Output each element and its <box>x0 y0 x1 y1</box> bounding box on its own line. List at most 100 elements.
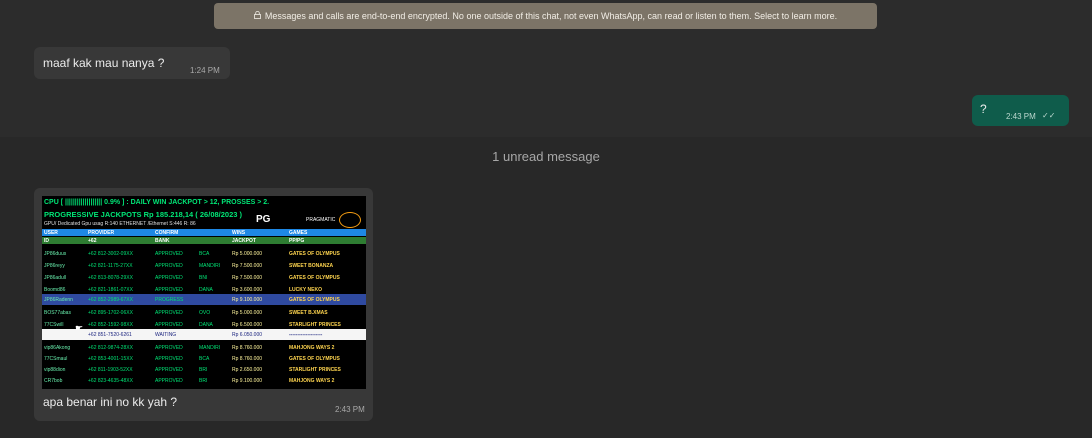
row-bank: BRI <box>199 367 208 373</box>
row-status: PROGRESS <box>155 297 184 303</box>
row-phone: +62 851-7520-6261 <box>88 332 132 338</box>
column-header: PP/PG <box>289 238 305 244</box>
row-jackpot: Rp 5.000.000 <box>232 251 263 257</box>
row-user: JP86adull <box>44 275 66 281</box>
row-status: APPROVED <box>155 251 183 257</box>
incoming-message-bubble[interactable]: maaf kak mau nanya ? 1:24 PM <box>34 47 230 79</box>
message-time: 2:43 PM <box>335 405 365 414</box>
encryption-notice[interactable]: Messages and calls are end-to-end encryp… <box>214 3 877 29</box>
column-header: USER <box>44 230 58 236</box>
row-game: GATES OF OLYMPUS <box>289 297 340 303</box>
row-bank: MANDIRI <box>199 345 221 351</box>
row-jackpot: Rp 6.050.000 <box>232 332 263 338</box>
row-bank: BCA <box>199 356 210 362</box>
row-jackpot: Rp 3.600.000 <box>232 287 263 293</box>
column-header: JACKPOT <box>232 238 256 244</box>
shared-image[interactable]: CPU [ ||||||||||||||||||| 0.9% ] : DAILY… <box>42 196 366 389</box>
table-row-highlighted: JP86Radenn +62 852-2989-67XX PROGRESS Rp… <box>42 294 366 305</box>
row-status: APPROVED <box>155 378 183 384</box>
row-bank: MANDIRI <box>199 263 221 269</box>
row-game: GATES OF OLYMPUS <box>289 356 340 362</box>
row-phone: +62 853-4001-15XX <box>88 356 133 362</box>
column-header: PROVIDER <box>88 230 115 236</box>
row-status: APPROVED <box>155 356 183 362</box>
table-row: BOS77abas +62 895-1702-06XX APPROVED OVO… <box>42 307 366 318</box>
lock-icon <box>253 11 261 21</box>
message-time: 2:43 PM <box>1006 112 1036 121</box>
row-game: LUCKY NEKO <box>289 287 322 293</box>
row-game: SWEET B.XMAS <box>289 310 328 316</box>
table-row: vip88dion +62 811-1903-52XX APPROVED BRI… <box>42 364 366 375</box>
chat-pane: Messages and calls are end-to-end encryp… <box>0 0 1092 438</box>
table-row: JP86duus +62 812-3002-09XX APPROVED BCA … <box>42 248 366 259</box>
pragmatic-logo: PRAGMATIC <box>306 217 336 223</box>
message-text: maaf kak mau nanya ? <box>43 56 165 70</box>
row-jackpot: Rp 8.760.000 <box>232 356 263 362</box>
row-user: 77CSmaul <box>44 356 68 362</box>
row-user: vip86Akong <box>44 345 71 351</box>
row-phone: +62 813-8078-29XX <box>88 275 133 281</box>
row-status: APPROVED <box>155 287 183 293</box>
gpu-line: GPU/ Dedicated Gpu usag R:140 ETHERNET /… <box>44 221 196 227</box>
table-row: 77CSmaul +62 853-4001-15XX APPROVED BCA … <box>42 353 366 364</box>
row-user: JP86Radenn <box>44 297 73 303</box>
row-game: MAHJONG WAYS 2 <box>289 378 335 384</box>
image-caption: apa benar ini no kk yah ? <box>43 395 178 409</box>
row-phone: +62 811-1903-52XX <box>88 367 133 373</box>
row-jackpot: Rp 6.500.000 <box>232 322 263 328</box>
row-status: APPROVED <box>155 367 183 373</box>
row-game: STARLIGHT PRINCES <box>289 367 341 373</box>
slot-logo <box>339 212 361 228</box>
column-header-row: USER PROVIDER CONFIRM WINS GAMES <box>42 229 366 236</box>
column-header: ID <box>44 238 49 244</box>
row-phone: +62 852-2989-67XX <box>88 297 133 303</box>
row-jackpot: Rp 9.100.000 <box>232 378 263 384</box>
row-phone: +62 852-1592-98XX <box>88 322 133 328</box>
row-status: APPROVED <box>155 322 183 328</box>
jackpot-screenshot: CPU [ ||||||||||||||||||| 0.9% ] : DAILY… <box>42 196 366 389</box>
row-phone: +62 812-3002-09XX <box>88 251 133 257</box>
row-game: GATES OF OLYMPUS <box>289 275 340 281</box>
row-jackpot: Rp 7.500.000 <box>232 275 263 281</box>
row-status: APPROVED <box>155 310 183 316</box>
row-bank: BCA <box>199 251 210 257</box>
row-status: APPROVED <box>155 275 183 281</box>
row-phone: +62 821-1861-07XX <box>88 287 133 293</box>
column-header: GAMES <box>289 230 308 236</box>
table-row: CR7bob +62 823-4635-48XX APPROVED BRI Rp… <box>42 375 366 386</box>
column-header: WINS <box>232 230 246 236</box>
row-user: CR7bob <box>44 378 63 384</box>
table-row: JP86adull +62 813-8078-29XX APPROVED BNI… <box>42 272 366 283</box>
message-time: 1:24 PM <box>190 66 220 75</box>
progressive-line: PROGRESSIVE JACKPOTS Rp 185.218,14 ( 26/… <box>44 210 243 219</box>
row-user: Boomd86 <box>44 287 66 293</box>
row-jackpot: Rp 8.760.000 <box>232 345 263 351</box>
row-game: SWEET BONANZA <box>289 263 334 269</box>
message-text: ? <box>980 102 987 116</box>
column-header: +62 <box>88 238 97 244</box>
row-jackpot: Rp 5.000.000 <box>232 310 263 316</box>
column-subheader-row: ID +62 BANK JACKPOT PP/PG <box>42 237 366 244</box>
row-phone: +62 823-4635-48XX <box>88 378 133 384</box>
row-bank: OVO <box>199 310 211 316</box>
row-user: 77CSwill <box>44 322 64 328</box>
row-jackpot: Rp 2.650.000 <box>232 367 263 373</box>
table-row-waiting: +62 851-7520-6261 WAITING Rp 6.050.000 -… <box>42 329 366 340</box>
row-bank: BRI <box>199 378 208 384</box>
row-phone: +62 821-1175-27XX <box>88 263 133 269</box>
row-user: JP86reyy <box>44 263 65 269</box>
table-row: vip86Akong +62 812-9874-28XX APPROVED MA… <box>42 342 366 353</box>
unread-divider: 1 unread message <box>492 149 600 164</box>
row-bank: BNI <box>199 275 208 281</box>
cpu-line: CPU [ ||||||||||||||||||| 0.9% ] : DAILY… <box>44 199 270 206</box>
row-phone: +62 812-9874-28XX <box>88 345 133 351</box>
row-phone: +62 895-1702-06XX <box>88 310 133 316</box>
read-receipt-icon: ✓✓ <box>1042 111 1056 120</box>
row-status: APPROVED <box>155 345 183 351</box>
outgoing-message-bubble[interactable]: ? 2:43 PM ✓✓ <box>972 95 1069 126</box>
row-game: GATES OF OLYMPUS <box>289 251 340 257</box>
table-row: JP86reyy +62 821-1175-27XX APPROVED MAND… <box>42 260 366 271</box>
row-jackpot: Rp 7.500.000 <box>232 263 263 269</box>
hand-pointer-icon: ☛ <box>75 323 84 333</box>
pg-logo: PG <box>256 214 271 225</box>
